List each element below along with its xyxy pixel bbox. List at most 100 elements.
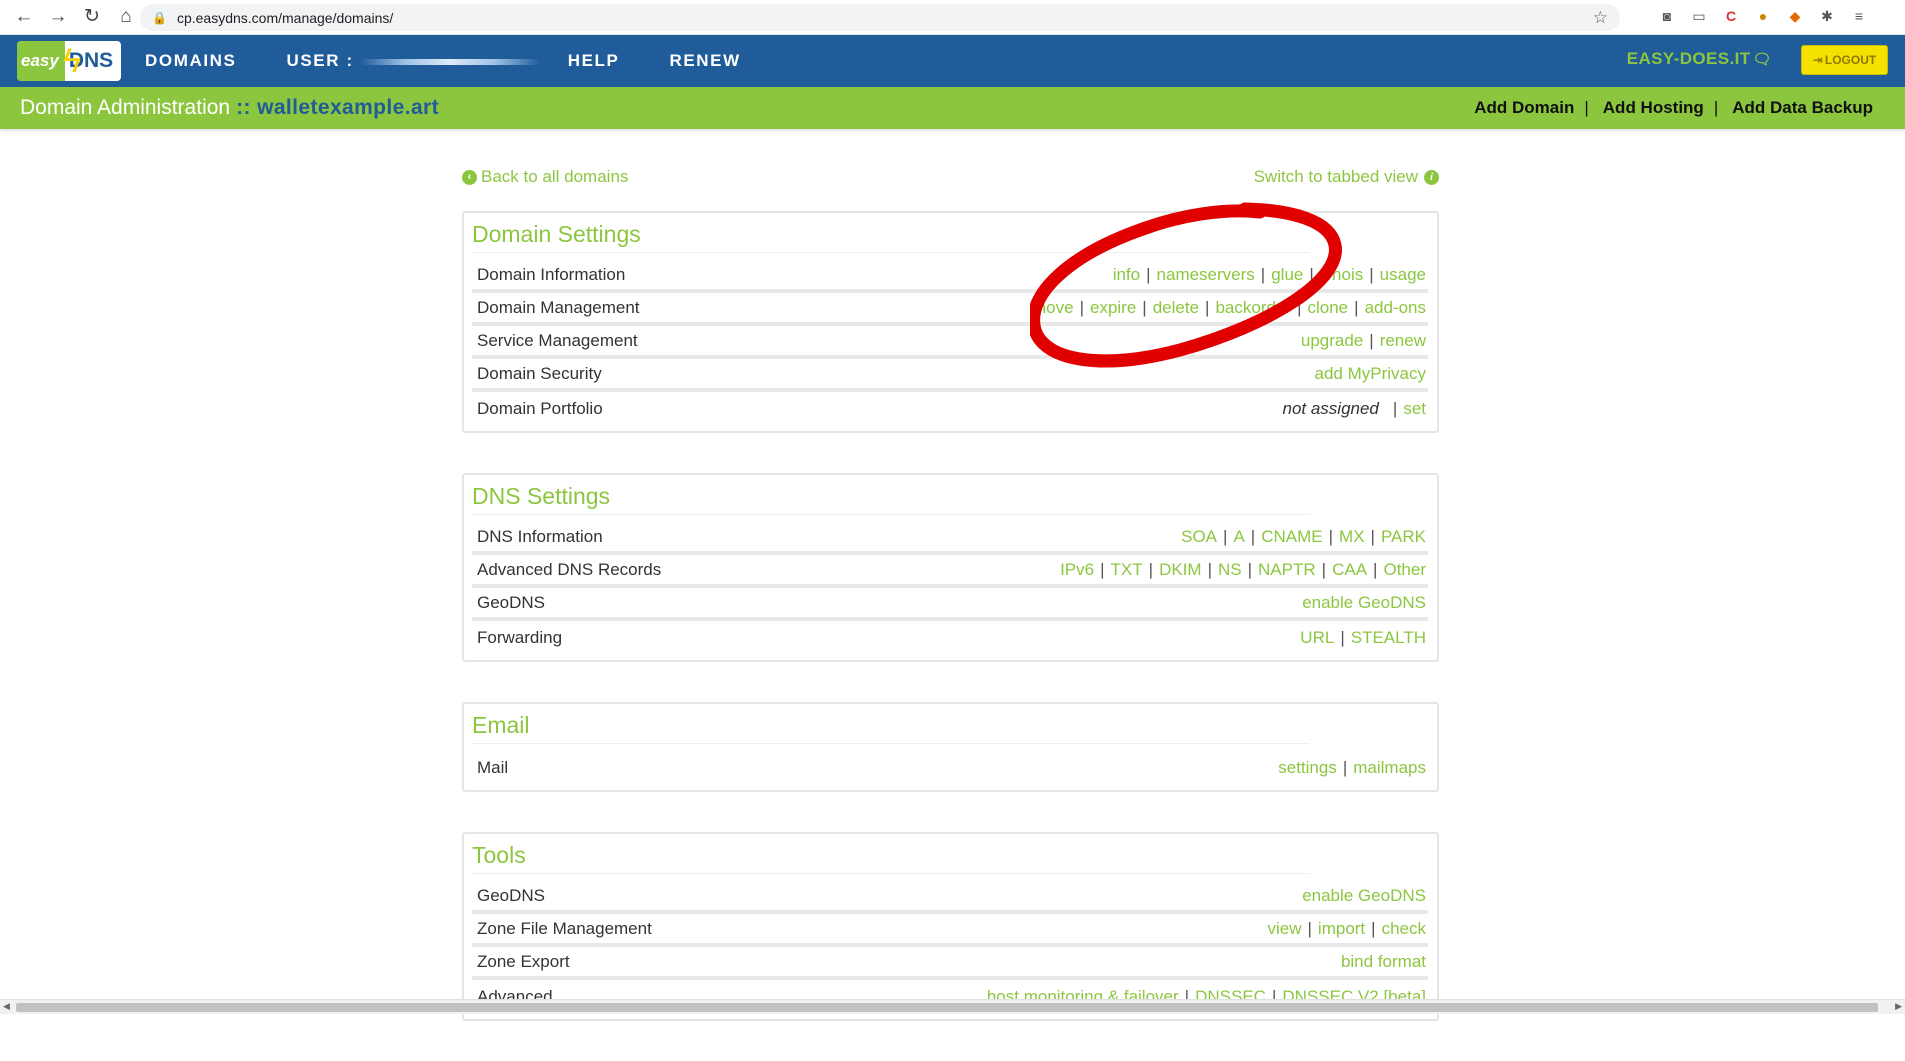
link-park[interactable]: PARK xyxy=(1381,527,1426,546)
camera-icon[interactable]: ◙ xyxy=(1657,6,1677,26)
link-mailmaps[interactable]: mailmaps xyxy=(1353,758,1426,777)
section-title: Tools xyxy=(472,842,1310,874)
separator: | xyxy=(1713,98,1719,117)
settings-row: Domain Security add MyPrivacy xyxy=(472,359,1428,392)
logo-easy: easy xyxy=(17,41,65,81)
extension-c-icon[interactable]: C xyxy=(1721,6,1741,26)
easy-does-it-link[interactable]: EASY-DOES.IT 🗨 xyxy=(1627,49,1772,69)
link-a[interactable]: A xyxy=(1233,527,1244,546)
fox-icon[interactable]: ◆ xyxy=(1785,6,1805,26)
row-links: enable GeoDNS xyxy=(1302,886,1426,906)
add-hosting-link[interactable]: Add Hosting xyxy=(1603,98,1704,118)
link-separator: | xyxy=(1247,559,1253,579)
link-import[interactable]: import xyxy=(1318,919,1365,938)
row-links: bind format xyxy=(1341,952,1426,972)
link-soa[interactable]: SOA xyxy=(1181,527,1217,546)
link-settings[interactable]: settings xyxy=(1278,758,1337,777)
bookmark-star-icon[interactable]: ☆ xyxy=(1593,8,1608,28)
cookie-icon[interactable]: ● xyxy=(1753,6,1773,26)
row-label: Domain Portfolio xyxy=(477,398,603,418)
row-links: URL | STEALTH xyxy=(1300,628,1426,648)
scroll-right-icon[interactable]: ▶ xyxy=(1895,1001,1902,1012)
row-links: SOA | A | CNAME | MX | PARK xyxy=(1181,527,1426,547)
row-label: Mail xyxy=(477,757,509,777)
easydns-logo[interactable]: easy DNS ϟ xyxy=(17,41,121,81)
link-enable-geodns[interactable]: enable GeoDNS xyxy=(1302,593,1426,612)
link-ipv6[interactable]: IPv6 xyxy=(1060,560,1094,579)
link-glue[interactable]: glue xyxy=(1271,265,1303,284)
link-separator: | xyxy=(1148,559,1154,579)
link-clone[interactable]: clone xyxy=(1308,298,1349,317)
address-bar[interactable]: 🔒 cp.easydns.com/manage/domains/ ☆ xyxy=(140,4,1620,31)
link-add-ons[interactable]: add-ons xyxy=(1365,298,1426,317)
home-icon[interactable]: ⌂ xyxy=(116,7,136,27)
nav-renew[interactable]: RENEW xyxy=(669,51,740,71)
link-enable-geodns[interactable]: enable GeoDNS xyxy=(1302,886,1426,905)
link-separator: | xyxy=(1371,918,1376,938)
nav-user[interactable]: USER : xyxy=(286,51,540,71)
row-links: settings | mailmaps xyxy=(1278,758,1426,778)
status-text: not assigned xyxy=(1282,398,1379,418)
logout-button[interactable]: ⇥ LOGOUT xyxy=(1801,45,1888,75)
settings-row: Zone Export bind format xyxy=(472,947,1428,980)
settings-row: Domain Information info | nameservers | glue |… xyxy=(472,260,1428,293)
link-add-myprivacy[interactable]: add MyPrivacy xyxy=(1315,364,1426,383)
settings-panel: Domain Settings Domain Information info | na… xyxy=(462,211,1439,433)
cast-icon[interactable]: ▭ xyxy=(1689,6,1709,26)
link-dkim[interactable]: DKIM xyxy=(1159,560,1202,579)
link-cname[interactable]: CNAME xyxy=(1261,527,1322,546)
add-data-backup-link[interactable]: Add Data Backup xyxy=(1732,98,1873,118)
back-arrow-icon[interactable]: ← xyxy=(14,7,34,27)
forward-arrow-icon[interactable]: → xyxy=(48,7,68,27)
link-whois[interactable]: whois xyxy=(1320,265,1363,284)
nav-domains[interactable]: DOMAINS xyxy=(145,51,236,71)
link-separator: | xyxy=(1354,297,1359,317)
link-separator: | xyxy=(1328,526,1334,546)
link-nameservers[interactable]: nameservers xyxy=(1157,265,1255,284)
link-check[interactable]: check xyxy=(1382,919,1426,938)
link-backorder[interactable]: backorder xyxy=(1215,298,1291,317)
link-renew[interactable]: renew xyxy=(1380,331,1426,350)
link-expire[interactable]: expire xyxy=(1090,298,1136,317)
link-ns[interactable]: NS xyxy=(1218,560,1242,579)
settings-panel: Email Mail settings | mailmaps xyxy=(462,702,1439,792)
row-links: add MyPrivacy xyxy=(1315,364,1426,384)
link-url[interactable]: URL xyxy=(1300,628,1334,647)
link-naptr[interactable]: NAPTR xyxy=(1258,560,1316,579)
link-set[interactable]: set xyxy=(1403,399,1426,418)
back-to-domains-link[interactable]: ‹ Back to all domains xyxy=(462,167,628,187)
row-label: Zone Export xyxy=(477,951,570,971)
row-label: Domain Information xyxy=(477,264,626,284)
link-txt[interactable]: TXT xyxy=(1111,560,1143,579)
info-icon: i xyxy=(1424,169,1439,185)
lightning-bolt-icon: ϟ xyxy=(63,42,81,80)
chat-bubble-icon: 🗨 xyxy=(1752,51,1772,68)
puzzle-icon[interactable]: ✱ xyxy=(1817,6,1837,26)
settings-panel: Tools GeoDNS enable GeoDNS Zone File Manage… xyxy=(462,832,1439,1021)
link-stealth[interactable]: STEALTH xyxy=(1351,628,1426,647)
link-mx[interactable]: MX xyxy=(1339,527,1365,546)
link-separator: | xyxy=(1205,297,1210,317)
link-separator: | xyxy=(1223,526,1228,546)
horizontal-scrollbar[interactable]: ◀ ▶ xyxy=(0,999,1905,1014)
link-view[interactable]: view xyxy=(1267,919,1301,938)
playlist-icon[interactable]: ≡ xyxy=(1849,6,1869,26)
link-delete[interactable]: delete xyxy=(1153,298,1199,317)
scroll-left-icon[interactable]: ◀ xyxy=(3,1001,10,1012)
add-domain-link[interactable]: Add Domain xyxy=(1474,98,1574,118)
switch-tabbed-view-link[interactable]: Switch to tabbed view i xyxy=(1254,167,1439,187)
switch-link-label: Switch to tabbed view xyxy=(1253,167,1418,186)
scrollbar-thumb[interactable] xyxy=(16,1003,1878,1012)
nav-help[interactable]: HELP xyxy=(568,51,620,71)
link-move[interactable]: move xyxy=(1032,298,1074,317)
link-separator: | xyxy=(1260,264,1266,284)
top-navigation: easy DNS ϟ DOMAINS USER : HELP RENEW EAS… xyxy=(0,35,1905,87)
link-info[interactable]: info xyxy=(1113,265,1140,284)
reload-icon[interactable]: ↻ xyxy=(82,7,102,27)
link-caa[interactable]: CAA xyxy=(1332,560,1367,579)
link-other[interactable]: Other xyxy=(1383,560,1426,579)
link-bind-format[interactable]: bind format xyxy=(1341,952,1426,971)
link-upgrade[interactable]: upgrade xyxy=(1301,331,1363,350)
row-links: info | nameservers | glue | whois | usage xyxy=(1113,265,1426,285)
link-usage[interactable]: usage xyxy=(1380,265,1426,284)
